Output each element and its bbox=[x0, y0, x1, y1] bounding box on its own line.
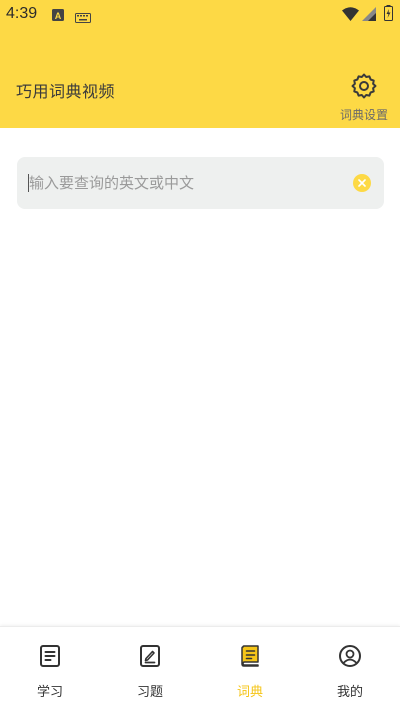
dictionary-settings-button[interactable]: 词典设置 bbox=[334, 72, 394, 124]
tab-label: 习题 bbox=[136, 685, 163, 700]
status-bar: 4:39 A bbox=[0, 0, 400, 28]
bottom-nav: 学习 习题 词典 我的 bbox=[0, 626, 400, 713]
tab-label: 我的 bbox=[336, 685, 363, 700]
tab-mine[interactable]: 我的 bbox=[300, 627, 400, 713]
tab-label: 学习 bbox=[36, 685, 63, 700]
user-circle-icon bbox=[338, 644, 362, 672]
pen-paper-icon bbox=[138, 644, 162, 672]
svg-text:A: A bbox=[55, 11, 62, 21]
tab-study[interactable]: 学习 bbox=[0, 627, 100, 713]
wifi-icon bbox=[342, 6, 359, 25]
gear-icon bbox=[350, 72, 378, 104]
clear-button[interactable] bbox=[353, 174, 371, 192]
page-title: 巧用词典视频 bbox=[16, 82, 116, 101]
tab-exercises[interactable]: 习题 bbox=[100, 627, 200, 713]
search-input[interactable] bbox=[29, 170, 339, 196]
keyboard-icon bbox=[75, 8, 91, 27]
search-box bbox=[17, 157, 384, 209]
tab-label: 词典 bbox=[236, 685, 263, 700]
app-header: 巧用词典视频 词典设置 bbox=[0, 28, 400, 128]
battery-charging-icon bbox=[384, 5, 393, 25]
book-icon bbox=[238, 644, 262, 672]
tab-dictionary[interactable]: 词典 bbox=[200, 627, 300, 713]
status-time: 4:39 bbox=[6, 5, 38, 22]
a-letter-icon: A bbox=[52, 6, 64, 25]
close-icon bbox=[358, 179, 366, 187]
settings-label: 词典设置 bbox=[339, 108, 388, 122]
document-lines-icon bbox=[38, 644, 62, 672]
signal-icon bbox=[362, 6, 376, 25]
